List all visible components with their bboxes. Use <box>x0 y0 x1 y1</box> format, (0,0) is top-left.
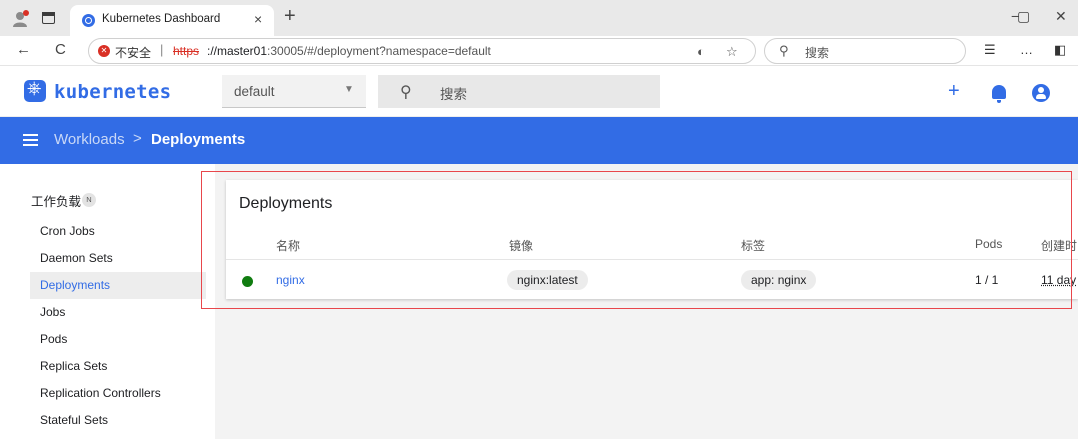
menu-icon[interactable] <box>23 134 38 146</box>
url-protocol: https <box>173 44 200 58</box>
url-text: ://master01:30005/#/deployment?namespace… <box>207 44 491 58</box>
url-path: :30005/#/deployment?namespace=default <box>267 44 491 58</box>
search-icon: ⚲ <box>779 43 789 58</box>
tab-close-icon[interactable]: × <box>254 11 262 27</box>
notifications-bell-icon[interactable] <box>992 85 1006 103</box>
sidebar-item-cron-jobs[interactable]: Cron Jobs <box>30 218 206 245</box>
address-bar[interactable]: ✕ 不安全 | https ://master01:30005/#/deploy… <box>88 38 756 64</box>
translate-icon[interactable]: ◐ <box>697 44 705 59</box>
chevron-down-icon: ▼ <box>344 84 354 95</box>
insecure-icon: ✕ <box>98 45 110 57</box>
toolbar: Workloads > Deployments <box>0 117 1078 164</box>
browser-tab-bar: Kubernetes Dashboard × + − ▢ ✕ <box>0 0 1078 36</box>
sidebar-item-stateful-sets[interactable]: Stateful Sets <box>30 407 206 434</box>
browser-search-box[interactable]: ⚲ 搜索 <box>764 38 966 64</box>
sidebar-item-jobs[interactable]: Jobs <box>30 299 206 326</box>
favorites-list-icon[interactable]: ☰ <box>984 42 996 58</box>
account-icon[interactable] <box>1032 84 1050 102</box>
brand-name[interactable]: kubernetes <box>54 81 171 103</box>
new-tab-button[interactable]: + <box>284 6 296 26</box>
tab-title: Kubernetes Dashboard <box>102 13 221 25</box>
highlight-annotation-box <box>201 171 1072 309</box>
namespace-select[interactable]: default ▼ <box>222 75 366 108</box>
close-window-button[interactable]: ✕ <box>1055 8 1067 25</box>
sidebar: 工作负载 N Cron Jobs Daemon Sets Deployments… <box>0 164 215 439</box>
sidebar-item-replication-controllers[interactable]: Replication Controllers <box>30 380 206 407</box>
url-host: ://master01 <box>207 44 268 58</box>
search-icon: ⚲ <box>400 84 412 101</box>
tab-actions-icon[interactable] <box>42 12 55 24</box>
sidebar-section-title[interactable]: 工作负载 <box>31 191 81 210</box>
sidebar-item-deployments[interactable]: Deployments <box>30 272 206 299</box>
breadcrumb-workloads[interactable]: Workloads <box>54 131 125 148</box>
reload-button[interactable]: C <box>55 41 66 58</box>
kubernetes-logo-icon[interactable] <box>24 78 46 102</box>
maximize-button[interactable]: ▢ <box>1017 8 1030 25</box>
url-separator: | <box>160 42 164 57</box>
browser-nav-bar: ← C ✕ 不安全 | https ://master01:30005/#/de… <box>0 36 1078 66</box>
profile-icon[interactable] <box>10 9 30 29</box>
app-search-input[interactable]: ⚲ 搜索 <box>378 75 660 108</box>
back-button[interactable]: ← <box>16 41 31 58</box>
sidebar-item-pods[interactable]: Pods <box>30 326 206 353</box>
favorite-star-icon[interactable]: ☆ <box>726 44 738 60</box>
browser-tab[interactable]: Kubernetes Dashboard × <box>70 5 274 36</box>
namespace-value: default <box>234 84 275 99</box>
sidebar-item-daemon-sets[interactable]: Daemon Sets <box>30 245 206 272</box>
sidebar-toggle-icon[interactable]: ◧ <box>1054 42 1066 58</box>
sidebar-item-replica-sets[interactable]: Replica Sets <box>30 353 206 380</box>
breadcrumb-separator: > <box>133 130 142 147</box>
breadcrumb-current: Deployments <box>151 131 246 148</box>
kubernetes-favicon-icon <box>82 14 95 27</box>
browser-search-placeholder: 搜索 <box>805 46 830 60</box>
more-options-icon[interactable]: … <box>1020 42 1033 57</box>
app-search-placeholder: 搜索 <box>440 87 467 102</box>
add-icon[interactable]: + <box>948 80 960 102</box>
namespaced-badge: N <box>82 193 96 207</box>
app-header: kubernetes default ▼ ⚲ 搜索 + <box>0 67 1078 117</box>
insecure-label[interactable]: 不安全 <box>115 44 151 61</box>
